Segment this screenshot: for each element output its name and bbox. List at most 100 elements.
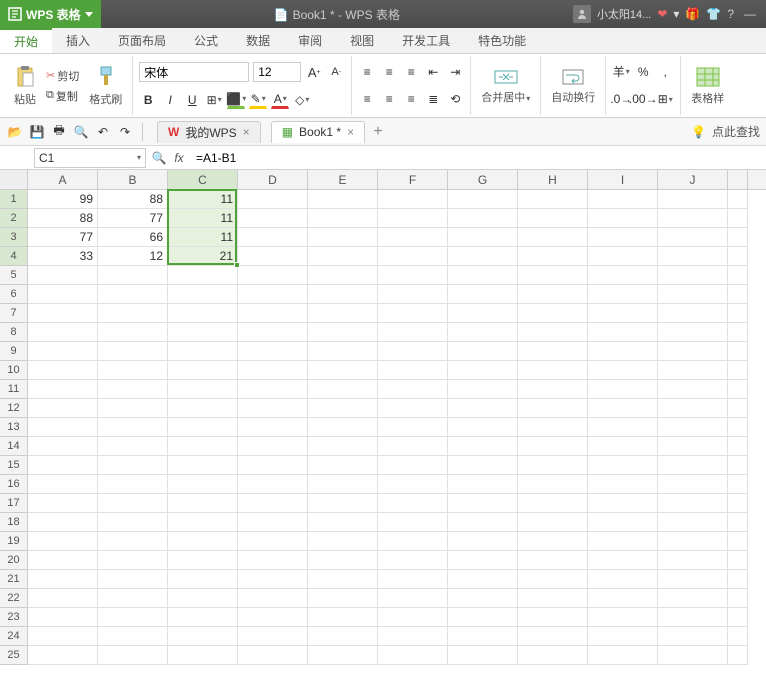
cell-J1[interactable] — [658, 190, 728, 209]
cell-extra-9[interactable] — [728, 342, 748, 361]
cell-H7[interactable] — [518, 304, 588, 323]
cell-I3[interactable] — [588, 228, 658, 247]
cell-J5[interactable] — [658, 266, 728, 285]
cell-B20[interactable] — [98, 551, 168, 570]
cell-D11[interactable] — [238, 380, 308, 399]
cell-F23[interactable] — [378, 608, 448, 627]
cell-extra-23[interactable] — [728, 608, 748, 627]
cell-J21[interactable] — [658, 570, 728, 589]
cell-E11[interactable] — [308, 380, 378, 399]
cell-E9[interactable] — [308, 342, 378, 361]
cell-E10[interactable] — [308, 361, 378, 380]
menu-tab-0[interactable]: 开始 — [0, 28, 52, 53]
cell-B7[interactable] — [98, 304, 168, 323]
cell-I16[interactable] — [588, 475, 658, 494]
cell-I2[interactable] — [588, 209, 658, 228]
cell-F10[interactable] — [378, 361, 448, 380]
cell-F20[interactable] — [378, 551, 448, 570]
open-button[interactable]: 📂 — [6, 123, 24, 141]
cell-H4[interactable] — [518, 247, 588, 266]
cell-C9[interactable] — [168, 342, 238, 361]
menu-tab-8[interactable]: 特色功能 — [464, 28, 540, 53]
cell-A6[interactable] — [28, 285, 98, 304]
cell-C2[interactable]: 11 — [168, 209, 238, 228]
cell-B11[interactable] — [98, 380, 168, 399]
row-header-19[interactable]: 19 — [0, 532, 28, 551]
cell-E25[interactable] — [308, 646, 378, 665]
cell-A17[interactable] — [28, 494, 98, 513]
cell-I8[interactable] — [588, 323, 658, 342]
cell-D6[interactable] — [238, 285, 308, 304]
cell-F19[interactable] — [378, 532, 448, 551]
menu-tab-3[interactable]: 公式 — [180, 28, 232, 53]
skin-icon[interactable]: ▾ — [673, 7, 679, 21]
row-header-24[interactable]: 24 — [0, 627, 28, 646]
cell-D21[interactable] — [238, 570, 308, 589]
cell-A5[interactable] — [28, 266, 98, 285]
cell-A24[interactable] — [28, 627, 98, 646]
cell-F21[interactable] — [378, 570, 448, 589]
row-header-15[interactable]: 15 — [0, 456, 28, 475]
fill-handle[interactable] — [234, 262, 240, 268]
cell-A16[interactable] — [28, 475, 98, 494]
cell-extra-12[interactable] — [728, 399, 748, 418]
cell-C10[interactable] — [168, 361, 238, 380]
cell-F24[interactable] — [378, 627, 448, 646]
cell-G9[interactable] — [448, 342, 518, 361]
cell-extra-11[interactable] — [728, 380, 748, 399]
cell-E23[interactable] — [308, 608, 378, 627]
font-family-select[interactable] — [139, 62, 249, 82]
cell-C23[interactable] — [168, 608, 238, 627]
cell-B16[interactable] — [98, 475, 168, 494]
cell-E15[interactable] — [308, 456, 378, 475]
cell-A21[interactable] — [28, 570, 98, 589]
cell-J10[interactable] — [658, 361, 728, 380]
cell-J7[interactable] — [658, 304, 728, 323]
cell-C24[interactable] — [168, 627, 238, 646]
clear-format-button[interactable]: ◇▾ — [293, 91, 311, 109]
cell-extra-25[interactable] — [728, 646, 748, 665]
col-header-I[interactable]: I — [588, 170, 658, 189]
cell-H10[interactable] — [518, 361, 588, 380]
font-color-button[interactable]: A▾ — [271, 91, 289, 109]
cell-B3[interactable]: 66 — [98, 228, 168, 247]
cell-G1[interactable] — [448, 190, 518, 209]
cell-A22[interactable] — [28, 589, 98, 608]
cell-F25[interactable] — [378, 646, 448, 665]
cell-G23[interactable] — [448, 608, 518, 627]
cell-H24[interactable] — [518, 627, 588, 646]
cell-F14[interactable] — [378, 437, 448, 456]
locate-link[interactable]: 点此查找 — [712, 123, 760, 140]
cell-extra-21[interactable] — [728, 570, 748, 589]
row-header-23[interactable]: 23 — [0, 608, 28, 627]
cell-extra-19[interactable] — [728, 532, 748, 551]
cell-J15[interactable] — [658, 456, 728, 475]
cell-C22[interactable] — [168, 589, 238, 608]
cell-C25[interactable] — [168, 646, 238, 665]
cell-A2[interactable]: 88 — [28, 209, 98, 228]
increase-decimal-button[interactable]: .0→ — [612, 90, 630, 108]
table-style-button[interactable]: 表格样 — [687, 64, 728, 108]
cell-D14[interactable] — [238, 437, 308, 456]
cell-H2[interactable] — [518, 209, 588, 228]
cell-D1[interactable] — [238, 190, 308, 209]
cell-C5[interactable] — [168, 266, 238, 285]
cell-extra-14[interactable] — [728, 437, 748, 456]
cell-G13[interactable] — [448, 418, 518, 437]
print-preview-button[interactable]: 🔍 — [72, 123, 90, 141]
cell-extra-4[interactable] — [728, 247, 748, 266]
cell-B14[interactable] — [98, 437, 168, 456]
cell-I5[interactable] — [588, 266, 658, 285]
cell-H17[interactable] — [518, 494, 588, 513]
cell-extra-22[interactable] — [728, 589, 748, 608]
cell-extra-10[interactable] — [728, 361, 748, 380]
cell-B1[interactable]: 88 — [98, 190, 168, 209]
cell-G2[interactable] — [448, 209, 518, 228]
cell-B25[interactable] — [98, 646, 168, 665]
cell-I12[interactable] — [588, 399, 658, 418]
cell-F9[interactable] — [378, 342, 448, 361]
decrease-indent-button[interactable]: ⇤ — [424, 63, 442, 81]
cell-I9[interactable] — [588, 342, 658, 361]
col-header-H[interactable]: H — [518, 170, 588, 189]
cell-E22[interactable] — [308, 589, 378, 608]
